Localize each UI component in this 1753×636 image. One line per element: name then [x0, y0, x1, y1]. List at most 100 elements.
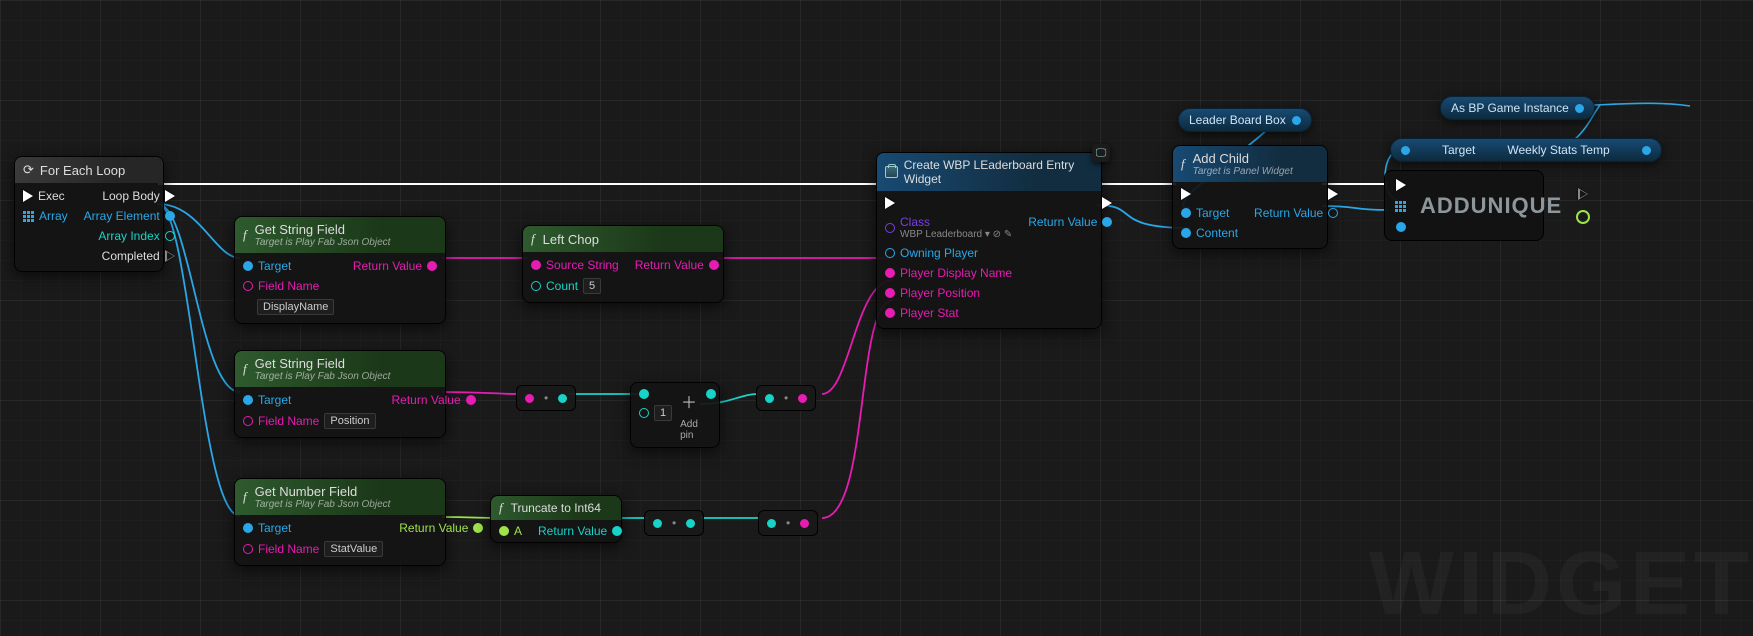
out-pin[interactable] [686, 519, 695, 528]
node-convert-2[interactable]: • [756, 385, 816, 411]
b-input[interactable]: 1 [654, 405, 672, 421]
exec-out-pin[interactable] [1102, 197, 1112, 209]
pin-label: Array [39, 209, 68, 223]
watermark-text: WIDGET [1369, 533, 1753, 636]
return-value-pin[interactable]: Return Value [635, 258, 719, 272]
class-pin[interactable]: Class WBP Leaderboard ▾ ⊘ ✎ [885, 215, 1012, 240]
blueprint-badge-icon[interactable]: 🖵 [1092, 144, 1110, 162]
center-icon: • [784, 391, 788, 405]
loop-body-pin[interactable]: Loop Body [102, 189, 174, 203]
class-value[interactable]: WBP Leaderboard [900, 229, 982, 240]
node-header[interactable]: f Get String Field Target is Play Fab Js… [235, 217, 445, 253]
pin-label: Return Value [635, 258, 704, 272]
node-convert-3[interactable]: • [644, 510, 704, 536]
exec-in-pin[interactable] [1181, 188, 1238, 200]
pin-label: Completed [102, 249, 160, 263]
function-icon: f [243, 489, 247, 505]
node-header[interactable]: f Left Chop [523, 226, 723, 252]
in-pin[interactable] [767, 519, 776, 528]
return-value-pin[interactable]: Return Value [538, 524, 622, 538]
field-name-input[interactable]: StatValue [324, 541, 383, 557]
node-header[interactable]: ⟳ For Each Loop [15, 157, 163, 183]
completed-pin[interactable]: Completed [102, 249, 175, 263]
exec-in-pin[interactable] [885, 197, 1012, 209]
in-pin[interactable] [653, 519, 662, 528]
return-value-pin[interactable]: Return Value [1028, 215, 1112, 229]
node-header[interactable]: f Add Child Target is Panel Widget [1173, 146, 1327, 182]
target-pin[interactable]: Target [1181, 206, 1238, 220]
node-append[interactable]: 1 ＋ Add pin [630, 382, 720, 448]
node-convert-1[interactable]: • [516, 385, 576, 411]
field-name-pin[interactable]: Field NamePosition [243, 413, 376, 429]
variable-leader-board-box[interactable]: Leader Board Box [1178, 108, 1312, 132]
owning-player-pin[interactable]: Owning Player [885, 246, 1012, 260]
array-element-pin[interactable]: Array Element [84, 209, 175, 223]
a-pin[interactable]: A [499, 524, 522, 538]
node-create-widget[interactable]: Create WBP LEaderboard Entry Widget Clas… [876, 152, 1102, 329]
target-label: Target [1442, 143, 1475, 157]
function-icon: f [499, 500, 503, 516]
field-name-pin[interactable]: Field NameStatValue [243, 541, 383, 557]
variable-as-bp-game-instance[interactable]: As BP Game Instance [1440, 96, 1595, 120]
return-value-pin[interactable]: Return Value [1254, 206, 1338, 220]
pin-label: Target [258, 259, 291, 273]
out-pin[interactable] [1642, 146, 1651, 155]
center-icon: • [672, 516, 676, 530]
index-out-pin[interactable] [1576, 210, 1590, 224]
a-pin[interactable] [639, 389, 672, 399]
node-title: Create WBP LEaderboard Entry Widget [904, 158, 1093, 186]
node-truncate[interactable]: f Truncate to Int64 A Return Value [490, 495, 622, 543]
exec-out-pin[interactable] [1328, 188, 1338, 200]
field-name-pin[interactable]: Field Name [243, 279, 334, 293]
in-pin[interactable] [525, 394, 534, 403]
out-pin[interactable] [706, 389, 716, 399]
return-value-pin[interactable]: Return Value [353, 259, 437, 273]
node-header[interactable]: Create WBP LEaderboard Entry Widget [877, 153, 1101, 191]
node-get-weekly-stats-temp[interactable]: Target Weekly Stats Temp [1390, 138, 1662, 162]
node-add-child[interactable]: f Add Child Target is Panel Widget Targe… [1172, 145, 1328, 249]
node-for-each-loop[interactable]: ⟳ For Each Loop Exec Array Loop Body Arr… [14, 156, 164, 272]
exec-in-pin[interactable]: Exec [23, 189, 68, 203]
array-in-pin[interactable]: Array [23, 209, 68, 223]
pill-out-pin[interactable] [1575, 104, 1584, 113]
in-pin[interactable] [765, 394, 774, 403]
target-pin[interactable]: Target [243, 259, 334, 273]
target-pin[interactable]: Target [243, 393, 376, 407]
node-header[interactable]: f Truncate to Int64 [491, 496, 621, 520]
out-pin[interactable] [798, 394, 807, 403]
exec-in-pin[interactable] [1396, 179, 1406, 191]
node-convert-4[interactable]: • [758, 510, 818, 536]
node-left-chop[interactable]: f Left Chop Source String Count5 Return … [522, 225, 724, 303]
content-pin[interactable]: Content [1181, 226, 1238, 240]
return-value-pin[interactable]: Return Value [399, 521, 483, 535]
out-pin[interactable] [558, 394, 567, 403]
count-input[interactable]: 5 [583, 278, 601, 294]
target-in-pin[interactable] [1401, 146, 1410, 155]
b-pin[interactable]: 1 [639, 405, 672, 421]
item-in-pin[interactable] [1396, 222, 1406, 232]
pill-out-pin[interactable] [1292, 116, 1301, 125]
exec-out-pin[interactable] [1578, 188, 1588, 200]
target-pin[interactable]: Target [243, 521, 383, 535]
return-value-pin[interactable]: Return Value [392, 393, 476, 407]
player-position-pin[interactable]: Player Position [885, 286, 1012, 300]
pin-label: Array Element [84, 209, 160, 223]
pin-label: Array Index [98, 229, 159, 243]
array-in-pin[interactable] [1395, 201, 1406, 212]
array-index-pin[interactable]: Array Index [98, 229, 174, 243]
node-header[interactable]: f Get Number Field Target is Play Fab Js… [235, 479, 445, 515]
player-stat-pin[interactable]: Player Stat [885, 306, 1012, 320]
out-pin[interactable] [800, 519, 809, 528]
node-header[interactable]: f Get String Field Target is Play Fab Js… [235, 351, 445, 387]
source-string-pin[interactable]: Source String [531, 258, 619, 272]
player-display-name-pin[interactable]: Player Display Name [885, 266, 1012, 280]
center-icon: • [786, 516, 790, 530]
add-pin-label[interactable]: Add pin [680, 419, 698, 441]
field-name-input[interactable]: DisplayName [257, 299, 334, 315]
node-get-number-field[interactable]: f Get Number Field Target is Play Fab Js… [234, 478, 446, 566]
node-get-string-field-1[interactable]: f Get String Field Target is Play Fab Js… [234, 216, 446, 324]
count-pin[interactable]: Count5 [531, 278, 619, 294]
field-name-input[interactable]: Position [324, 413, 375, 429]
node-get-string-field-2[interactable]: f Get String Field Target is Play Fab Js… [234, 350, 446, 438]
node-add-unique[interactable]: ADDUNIQUE [1384, 170, 1544, 241]
